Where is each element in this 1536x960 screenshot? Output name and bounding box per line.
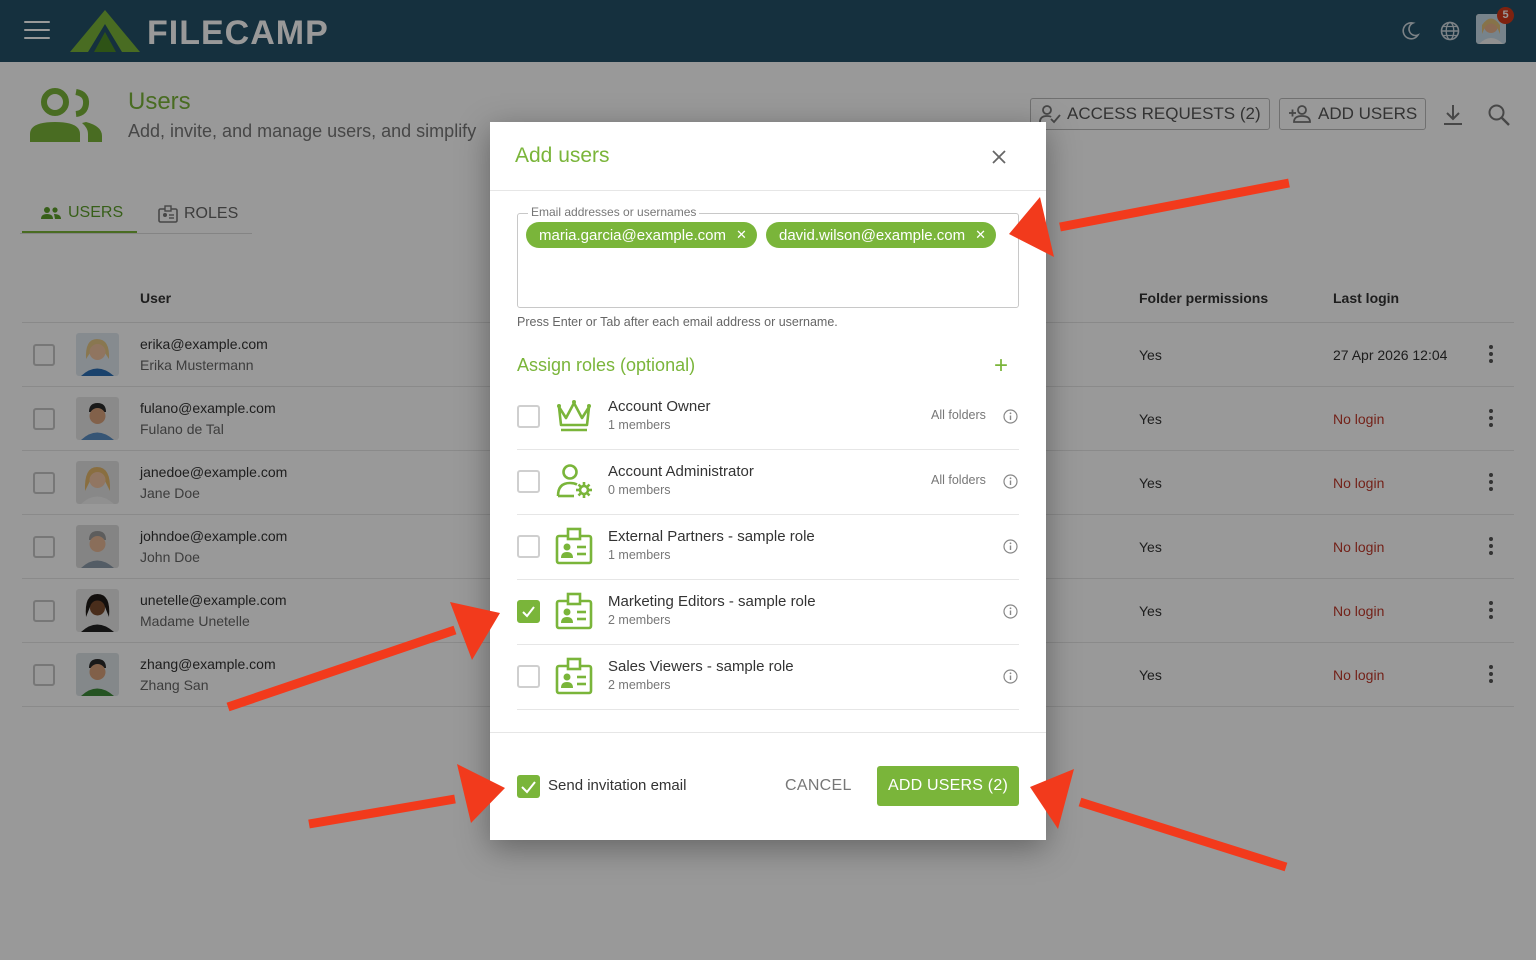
role-members: 2 members xyxy=(608,613,671,627)
email-chip-label: david.wilson@example.com xyxy=(779,226,966,244)
close-icon[interactable] xyxy=(990,148,1008,166)
email-chip: david.wilson@example.com ✕ xyxy=(766,222,997,248)
role-scope: All folders xyxy=(931,473,986,487)
role-item-account-administrator: Account Administrator 0 members All fold… xyxy=(517,450,1019,515)
role-members: 1 members xyxy=(608,418,671,432)
info-icon[interactable] xyxy=(1003,474,1018,489)
id-badge-icon xyxy=(555,657,593,695)
role-item-marketing-editors: Marketing Editors - sample role 2 member… xyxy=(517,580,1019,645)
id-badge-icon xyxy=(555,527,593,565)
user-gear-icon xyxy=(556,464,592,498)
id-badge-icon xyxy=(555,592,593,630)
send-invitation-label[interactable]: Send invitation email xyxy=(548,777,686,794)
info-icon[interactable] xyxy=(1003,539,1018,554)
send-invitation-checkbox[interactable] xyxy=(517,775,540,798)
role-checkbox[interactable] xyxy=(517,665,540,688)
role-scope: All folders xyxy=(931,408,986,422)
assign-roles-title: Assign roles (optional) xyxy=(517,355,696,375)
dialog-footer-divider xyxy=(490,732,1046,733)
role-name: Account Administrator xyxy=(608,463,754,480)
role-members: 0 members xyxy=(608,483,671,497)
add-role-icon[interactable]: + xyxy=(994,354,1008,378)
role-checkbox[interactable] xyxy=(517,470,540,493)
dialog-title: Add users xyxy=(515,144,610,167)
modal-backdrop-top xyxy=(0,0,1536,62)
role-name: Account Owner xyxy=(608,398,711,415)
role-checkbox-checked[interactable] xyxy=(517,600,540,623)
role-name: External Partners - sample role xyxy=(608,528,815,545)
remove-chip-icon[interactable]: ✕ xyxy=(736,227,747,243)
role-item-external-partners: External Partners - sample role 1 member… xyxy=(517,515,1019,580)
add-users-submit-button[interactable]: ADD USERS (2) xyxy=(877,766,1019,806)
role-name: Marketing Editors - sample role xyxy=(608,593,816,610)
role-name: Sales Viewers - sample role xyxy=(608,658,794,675)
cancel-button[interactable]: CANCEL xyxy=(770,766,867,806)
dialog-header-divider xyxy=(490,190,1046,191)
email-chip: maria.garcia@example.com ✕ xyxy=(526,222,757,248)
remove-chip-icon[interactable]: ✕ xyxy=(975,227,986,243)
role-item-account-owner: Account Owner 1 members All folders xyxy=(517,385,1019,450)
role-members: 1 members xyxy=(608,548,671,562)
add-users-dialog: Add users Email addresses or usernames m… xyxy=(490,122,1046,840)
role-checkbox[interactable] xyxy=(517,405,540,428)
email-chip-label: maria.garcia@example.com xyxy=(539,226,726,244)
crown-icon xyxy=(557,400,591,432)
info-icon[interactable] xyxy=(1003,604,1018,619)
role-members: 2 members xyxy=(608,678,671,692)
email-input-label: Email addresses or usernames xyxy=(528,205,700,219)
checkmark-icon xyxy=(522,606,535,618)
role-checkbox[interactable] xyxy=(517,535,540,558)
email-input-hint: Press Enter or Tab after each email addr… xyxy=(517,315,838,329)
checkmark-icon xyxy=(521,781,536,794)
role-item-sales-viewers: Sales Viewers - sample role 2 members xyxy=(517,645,1019,710)
info-icon[interactable] xyxy=(1003,669,1018,684)
info-icon[interactable] xyxy=(1003,409,1018,424)
